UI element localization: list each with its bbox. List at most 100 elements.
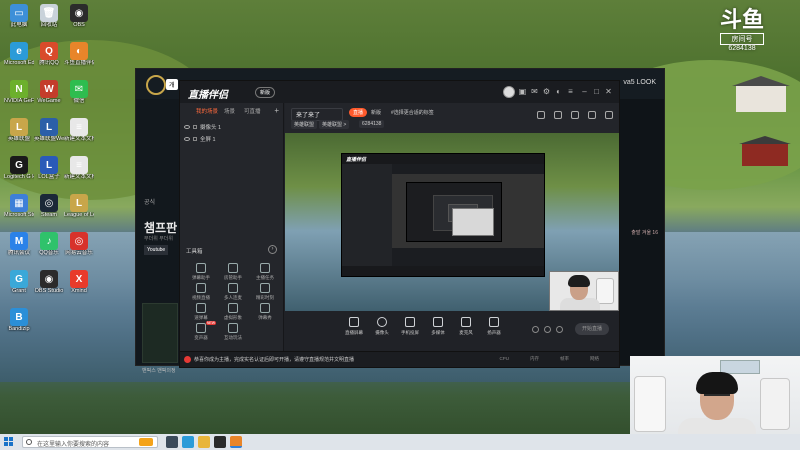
tool-item[interactable]: 弹幕助手 [186, 263, 216, 281]
tool-label: 精彩时刻 [256, 295, 274, 300]
desktop-icon[interactable]: ◎ Steam [34, 194, 64, 219]
desktop-icon[interactable]: L LOL盒子 [34, 156, 64, 181]
tool-icon [260, 263, 270, 273]
eye-icon[interactable] [184, 124, 190, 129]
avatar[interactable] [503, 86, 515, 98]
desktop-icon[interactable]: ◉ OBS Studio [34, 270, 64, 295]
streaming-app-window[interactable]: 直播伴侣 新版 ▣ ✉ ⚙ ◐ ≡ – □ ✕ 我的场景 场景 可直播 + 摄像… [179, 80, 620, 368]
desktop-icon[interactable]: ✉ 微信 [64, 80, 94, 105]
source-item[interactable]: 摄像头 1 [184, 121, 279, 132]
tool-item[interactable]: 互动玩法 [218, 323, 248, 341]
tool-item[interactable]: 变声器 NEW [186, 321, 216, 341]
eye-icon[interactable] [184, 136, 190, 141]
share-icon[interactable] [554, 111, 562, 119]
lock-icon[interactable] [193, 124, 197, 129]
category-chip[interactable]: 英雄联盟 [291, 120, 318, 129]
youtube-button[interactable]: Youtube [144, 245, 169, 255]
skin-icon[interactable]: ◐ [554, 87, 563, 96]
subcategory-chip[interactable]: 英雄联盟 > [319, 120, 350, 129]
lol-play-chip[interactable]: 개 [166, 79, 178, 90]
tool-item[interactable]: 房管助手 [218, 263, 248, 281]
desktop-icon[interactable]: M 腾讯会议 [4, 232, 34, 257]
desktop-icon-label: NVIDIA GeForce Experience [4, 98, 34, 104]
desktop-icon[interactable]: ♪ QQ音乐 [34, 232, 64, 257]
desktop-icon[interactable]: G Grant [4, 270, 34, 295]
preview-webcam[interactable] [549, 271, 619, 311]
tool-item[interactable]: 多人连麦 [218, 283, 248, 301]
tab-live[interactable]: 可直播 [244, 107, 261, 115]
tab-scene[interactable]: 场景 [224, 107, 235, 115]
desktop-icon[interactable]: ▦Microsoft Store [4, 194, 34, 219]
desktop-icon[interactable]: L 英雄联盟 [4, 118, 34, 143]
control-label: 摄像头 [375, 330, 389, 335]
desktop-icon[interactable]: 🗑 回收站 [34, 4, 64, 29]
taskbar-task-view-icon[interactable] [166, 436, 178, 448]
tab-my-scene[interactable]: 我的场景 [196, 107, 218, 115]
desktop-icon[interactable]: ≡ 新建文本文档 [64, 156, 94, 181]
taskbar-explorer-icon[interactable] [198, 436, 210, 448]
app-icon: ✉ [70, 80, 88, 98]
desktop-icon[interactable]: ≡ 新建文本文档 [64, 118, 94, 143]
tool-label: 多人连麦 [224, 295, 242, 300]
desktop-icon[interactable]: ◐ 斗鱼直播伴侣 [64, 42, 94, 67]
audio-icon[interactable] [544, 326, 551, 333]
desktop-icon[interactable]: X Xmind [64, 270, 94, 295]
settings-icon[interactable]: ⚙ [542, 87, 551, 96]
taskbar-edge-icon[interactable] [182, 436, 194, 448]
maximize-icon[interactable]: □ [592, 87, 601, 96]
gift-icon[interactable]: ▣ [518, 87, 527, 96]
menu-icon[interactable]: ≡ [566, 87, 575, 96]
lock-icon[interactable] [588, 111, 596, 119]
tool-item[interactable]: 视频直播 [186, 283, 216, 301]
tool-item[interactable]: 速弹幕 [186, 303, 216, 321]
source-control-button[interactable]: 手机投屏 [397, 317, 423, 336]
app-icon: G [10, 270, 28, 288]
tool-item[interactable]: 弹幕秀 [250, 303, 280, 321]
version-badge[interactable]: 新版 [255, 87, 276, 98]
message-icon[interactable]: ✉ [530, 87, 539, 96]
webcam-chair [596, 278, 614, 304]
desktop-icon[interactable]: ▭ 此电脑 [4, 4, 34, 29]
gear-icon[interactable] [556, 326, 563, 333]
source-control-button[interactable]: 多媒体 [425, 317, 451, 336]
source-control-button[interactable]: 麦克风 [453, 317, 479, 336]
more-icon[interactable] [605, 111, 613, 119]
edit-link[interactable]: 新版 [371, 109, 381, 116]
desktop-icon[interactable]: ◎ 网易云音乐 [64, 232, 94, 257]
taskbar-obs-icon[interactable] [214, 436, 226, 448]
desktop-icon-label: Xmind [71, 288, 87, 294]
tool-item[interactable]: 虚拟形象 [218, 303, 248, 321]
search-highlight-icon [139, 438, 153, 446]
lol-promo-card[interactable] [142, 303, 178, 363]
bell-icon[interactable] [571, 111, 579, 119]
desktop-icon[interactable]: B Bandizip [4, 308, 34, 333]
tag-link[interactable]: #选择更合适的标签 [391, 109, 434, 116]
add-scene-icon[interactable]: + [274, 106, 279, 115]
lock-icon[interactable] [193, 136, 197, 141]
source-control-button[interactable]: 摄像头 [369, 317, 395, 336]
windows-start-icon[interactable] [4, 437, 14, 447]
desktop-icon[interactable]: GLogitech G HUB [4, 156, 34, 181]
lol-logo[interactable] [146, 75, 166, 95]
desktop-icon[interactable]: NNVIDIA GeForce Experience [4, 80, 34, 105]
desktop-icon[interactable]: Q 腾讯QQ [34, 42, 64, 67]
desktop-icon[interactable]: W WeGame [34, 80, 64, 105]
taskbar-douyu-icon[interactable] [230, 436, 242, 448]
close-icon[interactable]: ✕ [604, 87, 613, 96]
start-live-button[interactable]: 开始直播 [575, 323, 609, 335]
desktop-icon[interactable]: ◉ OBS [64, 4, 94, 29]
desktop-icon[interactable]: L英雄联盟WeGame版 [34, 118, 64, 143]
source-control-button[interactable]: 扬声器 [481, 317, 507, 336]
source-item[interactable]: 全屏 1 [184, 133, 279, 144]
source-control-button[interactable]: 直播屏幕 [341, 317, 367, 336]
desktop-icon[interactable]: LLeague of Legends [64, 194, 94, 219]
expand-icon[interactable]: › [268, 245, 277, 254]
taskbar-search-input[interactable]: 在这里输入你要搜索的内容 [22, 436, 158, 448]
desktop-icon[interactable]: eMicrosoft Edge [4, 42, 34, 67]
copy-icon[interactable] [537, 111, 545, 119]
layout-icon[interactable] [532, 326, 539, 333]
minimize-icon[interactable]: – [580, 87, 589, 96]
tool-item[interactable]: 精彩时刻 [250, 283, 280, 301]
live-preview[interactable]: 直播伴侣 [285, 133, 619, 311]
tool-item[interactable]: 主播任务 [250, 263, 280, 281]
